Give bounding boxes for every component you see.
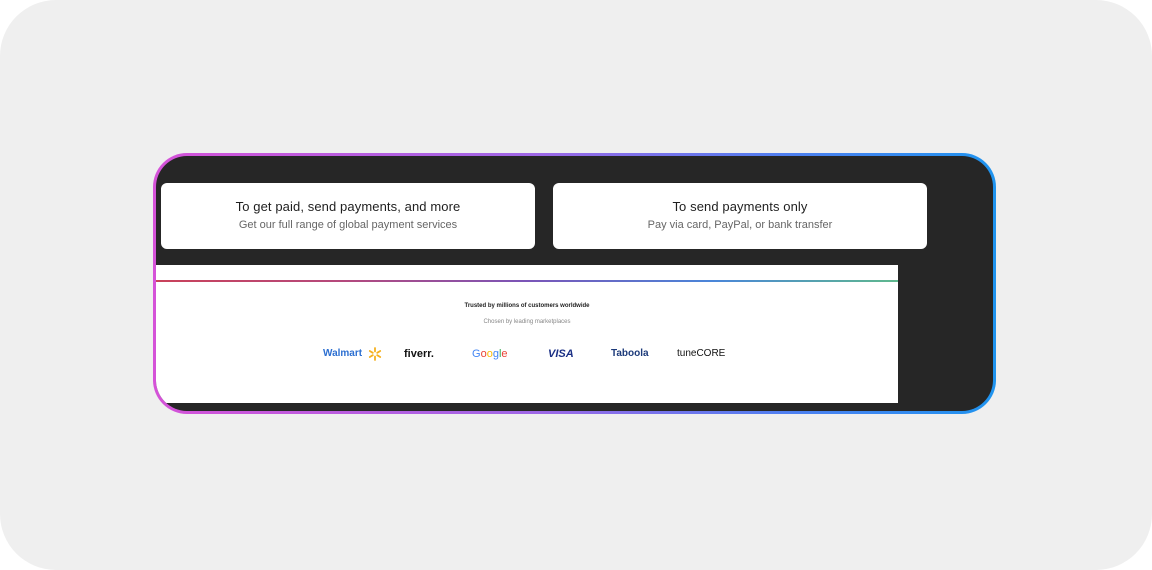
- device-frame: To get paid, send payments, and more Get…: [153, 153, 996, 414]
- get-paid-option-card[interactable]: To get paid, send payments, and more Get…: [161, 183, 535, 249]
- partner-logos: Walmart fiverr. Google VISA Taboola tune…: [156, 347, 898, 367]
- google-logo: Google: [472, 347, 508, 361]
- send-payments-option-card[interactable]: To send payments only Pay via card, PayP…: [553, 183, 927, 249]
- walmart-logo: Walmart: [323, 348, 363, 359]
- trust-subheading: Chosen by leading marketplaces: [483, 319, 571, 325]
- visa-logo: VISA: [548, 348, 574, 360]
- send-payments-option-title: To send payments only: [672, 199, 808, 214]
- canvas-background: To get paid, send payments, and more Get…: [0, 0, 1152, 570]
- taboola-logo: Taboola: [611, 348, 649, 359]
- get-paid-option-subtitle: Get our full range of global payment ser…: [238, 219, 458, 231]
- rainbow-divider: [156, 280, 898, 282]
- google-letter: G: [472, 348, 481, 360]
- trust-heading: Trusted by millions of customers worldwi…: [464, 303, 590, 309]
- google-letter: e: [501, 348, 508, 360]
- screen: To get paid, send payments, and more Get…: [156, 156, 993, 411]
- send-payments-option-subtitle: Pay via card, PayPal, or bank transfer: [647, 219, 833, 231]
- fiverr-logo: fiverr.: [404, 348, 434, 360]
- walmart-spark-icon: [368, 347, 382, 361]
- tunecore-logo: tuneCORE: [677, 348, 726, 359]
- trust-panel: Trusted by millions of customers worldwi…: [156, 265, 898, 403]
- get-paid-option-title: To get paid, send payments, and more: [235, 199, 461, 214]
